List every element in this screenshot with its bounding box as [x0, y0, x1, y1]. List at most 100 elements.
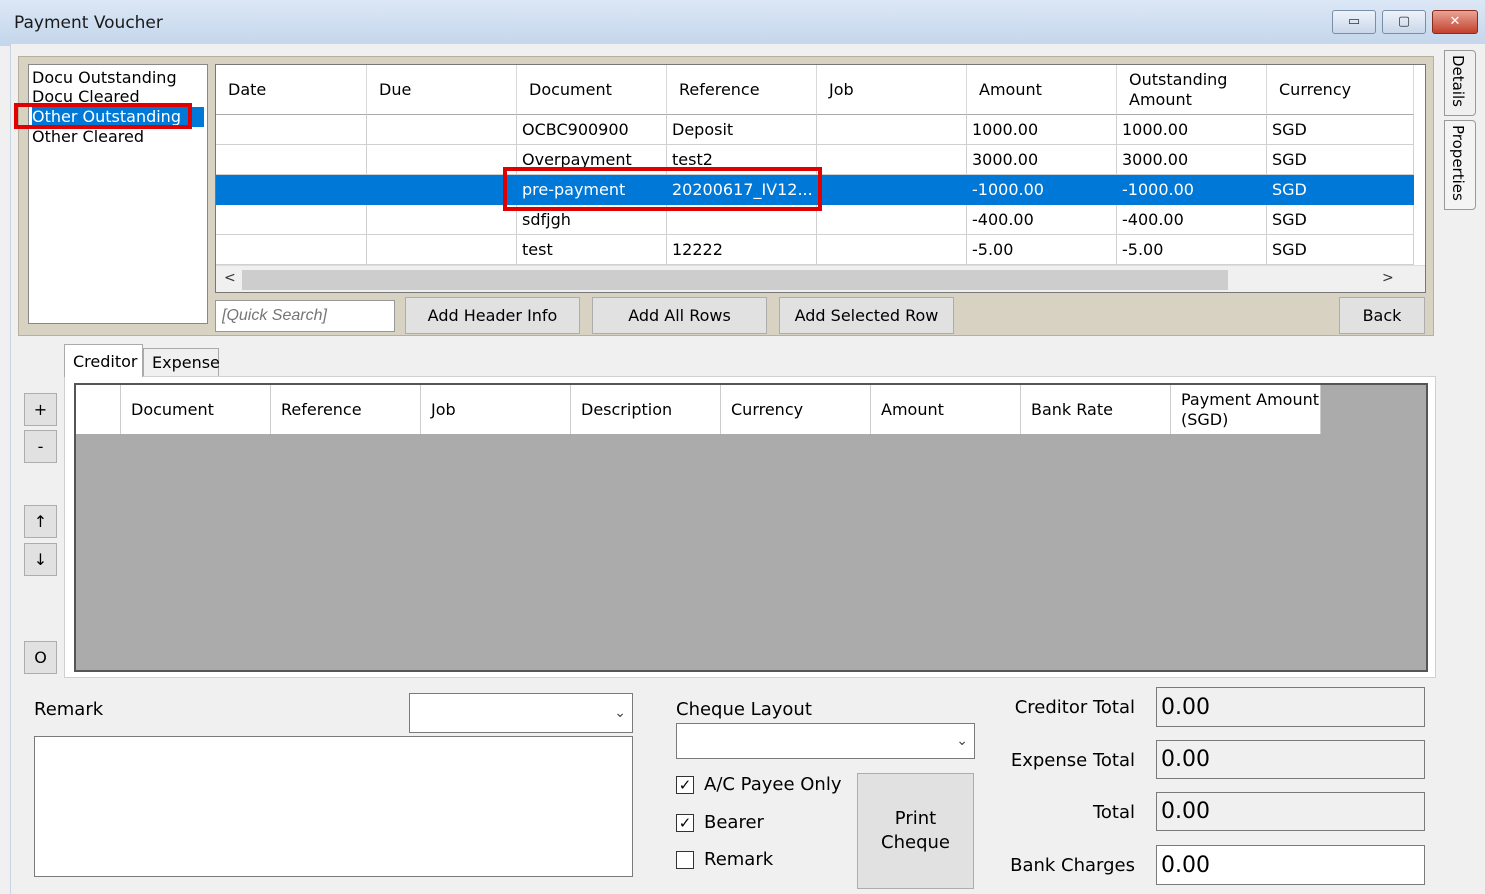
row-header-corner	[76, 385, 121, 434]
cell-document[interactable]: sdfjgh	[517, 205, 667, 235]
cell-document[interactable]: pre-payment	[517, 175, 667, 205]
horizontal-scrollbar[interactable]: < >	[216, 265, 1425, 292]
category-list[interactable]: Docu Outstanding Docu Cleared Other Outs…	[28, 64, 208, 324]
minimize-button[interactable]: ▭	[1332, 10, 1376, 34]
tab-creditor[interactable]: Creditor	[64, 344, 143, 377]
cell-currency[interactable]: SGD	[1267, 235, 1414, 265]
cell-date[interactable]	[216, 145, 367, 175]
column-header-description[interactable]: Description	[571, 385, 721, 434]
chevron-down-icon: ⌄	[956, 733, 968, 749]
other-button[interactable]: O	[24, 641, 57, 674]
cell-amount[interactable]: -1000.00	[967, 175, 1117, 205]
move-up-button[interactable]: ↑	[24, 505, 57, 538]
cell-job[interactable]	[817, 175, 967, 205]
remark-textarea[interactable]	[34, 736, 633, 877]
column-header-date[interactable]: Date	[216, 65, 367, 115]
column-header-outstanding-amount[interactable]: Outstanding Amount	[1117, 65, 1267, 115]
column-header-amount[interactable]: Amount	[967, 65, 1117, 115]
column-header-reference[interactable]: Reference	[271, 385, 421, 434]
cell-due[interactable]	[367, 205, 517, 235]
remark-label: Remark	[34, 699, 104, 720]
cell-reference[interactable]: test2	[667, 145, 817, 175]
column-header-reference[interactable]: Reference	[667, 65, 817, 115]
outstanding-grid[interactable]: Date Due Document Reference Job Amount O…	[215, 64, 1426, 293]
cell-outstanding-amount[interactable]: -400.00	[1117, 205, 1267, 235]
horizontal-scroll-thumb[interactable]	[242, 270, 1228, 290]
bearer-label: Bearer	[704, 812, 764, 833]
cell-outstanding-amount[interactable]: -1000.00	[1117, 175, 1267, 205]
title-bar: Payment Voucher ▭ ▢ ✕	[0, 0, 1485, 46]
column-header-document[interactable]: Document	[121, 385, 271, 434]
creditor-grid[interactable]: Document Reference Job Description Curre…	[74, 383, 1428, 672]
add-header-info-button[interactable]: Add Header Info	[405, 297, 580, 334]
cell-currency[interactable]: SGD	[1267, 205, 1414, 235]
cell-job[interactable]	[817, 235, 967, 265]
maximize-button[interactable]: ▢	[1382, 10, 1426, 34]
cell-due[interactable]	[367, 235, 517, 265]
cell-amount[interactable]: 3000.00	[967, 145, 1117, 175]
category-other-cleared[interactable]: Other Cleared	[32, 127, 144, 147]
cell-document[interactable]: test	[517, 235, 667, 265]
print-cheque-button[interactable]: Print Cheque	[857, 773, 974, 889]
bearer-checkbox[interactable]: ✓	[676, 814, 694, 832]
cell-document[interactable]: Overpayment	[517, 145, 667, 175]
cell-reference[interactable]: Deposit	[667, 115, 817, 145]
scroll-right-arrow[interactable]: >	[1382, 270, 1394, 286]
column-header-document[interactable]: Document	[517, 65, 667, 115]
bank-charges-input[interactable]: 0.00	[1156, 845, 1425, 885]
total-label: Total	[1092, 802, 1135, 823]
remark-check-label: Remark	[704, 849, 774, 870]
cell-job[interactable]	[817, 205, 967, 235]
tab-properties[interactable]: Properties	[1444, 120, 1476, 210]
ac-payee-only-checkbox[interactable]: ✓	[676, 776, 694, 794]
add-selected-row-button[interactable]: Add Selected Row	[779, 297, 954, 334]
column-header-job[interactable]: Job	[817, 65, 967, 115]
cell-reference[interactable]	[667, 205, 817, 235]
cell-currency[interactable]: SGD	[1267, 115, 1414, 145]
cell-currency[interactable]: SGD	[1267, 175, 1414, 205]
remark-checkbox[interactable]	[676, 851, 694, 869]
close-button[interactable]: ✕	[1432, 10, 1478, 34]
cell-reference[interactable]: 20200617_IV12...	[667, 175, 817, 205]
tab-details[interactable]: Details	[1444, 50, 1476, 116]
cell-amount[interactable]: -400.00	[967, 205, 1117, 235]
column-header-job[interactable]: Job	[421, 385, 571, 434]
cell-date[interactable]	[216, 175, 367, 205]
cell-job[interactable]	[817, 115, 967, 145]
back-button[interactable]: Back	[1339, 297, 1425, 334]
window-title: Payment Voucher	[14, 13, 163, 33]
cell-due[interactable]	[367, 115, 517, 145]
quick-search-input[interactable]	[215, 300, 395, 332]
cell-outstanding-amount[interactable]: -5.00	[1117, 235, 1267, 265]
cell-due[interactable]	[367, 175, 517, 205]
cell-amount[interactable]: 1000.00	[967, 115, 1117, 145]
column-header-due[interactable]: Due	[367, 65, 517, 115]
category-other-outstanding[interactable]: Other Outstanding	[32, 107, 204, 127]
column-header-currency[interactable]: Currency	[1267, 65, 1414, 115]
cheque-layout-combo[interactable]: ⌄	[676, 723, 975, 759]
remark-combo[interactable]: ⌄	[409, 693, 633, 733]
cell-document[interactable]: OCBC900900	[517, 115, 667, 145]
cell-outstanding-amount[interactable]: 3000.00	[1117, 145, 1267, 175]
category-docu-cleared[interactable]: Docu Cleared	[32, 87, 140, 107]
cell-amount[interactable]: -5.00	[967, 235, 1117, 265]
column-header-currency[interactable]: Currency	[721, 385, 871, 434]
cell-reference[interactable]: 12222	[667, 235, 817, 265]
scroll-left-arrow[interactable]: <	[224, 270, 236, 286]
cell-date[interactable]	[216, 115, 367, 145]
add-row-button[interactable]: +	[24, 393, 57, 426]
category-docu-outstanding[interactable]: Docu Outstanding	[32, 68, 177, 88]
move-down-button[interactable]: ↓	[24, 543, 57, 576]
tab-expense[interactable]: Expense	[143, 348, 220, 376]
add-all-rows-button[interactable]: Add All Rows	[592, 297, 767, 334]
cell-outstanding-amount[interactable]: 1000.00	[1117, 115, 1267, 145]
cell-job[interactable]	[817, 145, 967, 175]
column-header-bank-rate[interactable]: Bank Rate	[1021, 385, 1171, 434]
cell-date[interactable]	[216, 205, 367, 235]
cell-currency[interactable]: SGD	[1267, 145, 1414, 175]
cell-due[interactable]	[367, 145, 517, 175]
column-header-payment-amount[interactable]: Payment Amount (SGD)	[1171, 385, 1321, 434]
column-header-amount[interactable]: Amount	[871, 385, 1021, 434]
cell-date[interactable]	[216, 235, 367, 265]
remove-row-button[interactable]: -	[24, 430, 57, 463]
